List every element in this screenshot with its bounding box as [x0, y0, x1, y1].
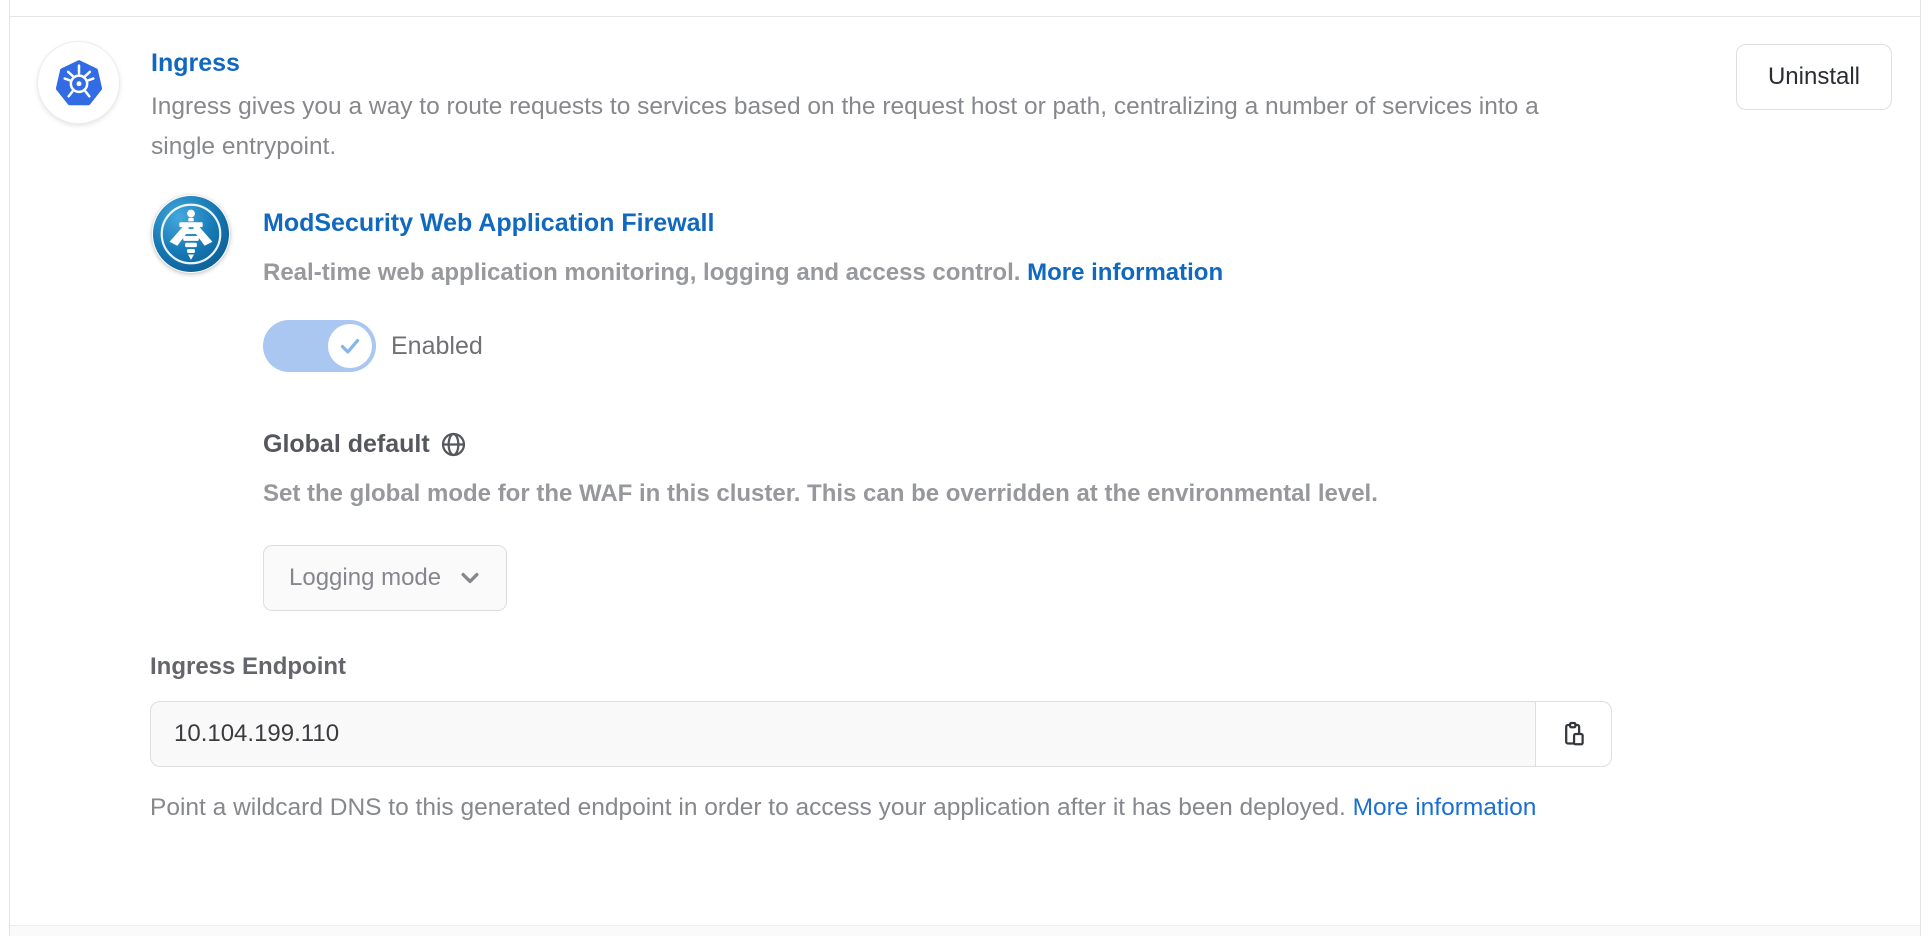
modsecurity-icon [152, 195, 230, 273]
ingress-endpoint-section: Ingress Endpoint Point a wildcard DNS to… [150, 653, 1892, 829]
ingress-endpoint-label: Ingress Endpoint [150, 653, 1892, 681]
endpoint-help-text-body: Point a wildcard DNS to this generated e… [150, 794, 1346, 821]
copy-endpoint-button[interactable] [1535, 701, 1612, 767]
kubernetes-wheel-icon [48, 52, 110, 114]
app-header-row: Ingress Ingress gives you a way to route… [38, 42, 1892, 167]
global-default-description: Set the global mode for the WAF in this … [263, 480, 1378, 508]
modsecurity-title-link[interactable]: ModSecurity Web Application Firewall [263, 208, 714, 238]
ingress-endpoint-input-group [150, 701, 1612, 767]
endpoint-more-information-link[interactable]: More information [1353, 794, 1537, 821]
next-section-edge [10, 925, 1920, 936]
ingress-endpoint-input[interactable] [150, 701, 1536, 767]
ingress-application-card: Ingress Ingress gives you a way to route… [10, 17, 1920, 925]
modsecurity-enabled-toggle[interactable] [263, 320, 376, 372]
modsecurity-row: ModSecurity Web Application Firewall Rea… [152, 195, 1892, 611]
card-top-divider [10, 0, 1920, 17]
modsecurity-subtitle: Real-time web application monitoring, lo… [263, 258, 1378, 288]
modsecurity-toggle-row: Enabled [263, 320, 1378, 372]
waf-mode-dropdown[interactable]: Logging mode [263, 545, 507, 611]
app-sub-content: ModSecurity Web Application Firewall Rea… [152, 195, 1892, 611]
copy-to-clipboard-icon [1560, 721, 1587, 748]
toggle-knob [328, 324, 372, 368]
modsecurity-bee-icon [152, 195, 230, 273]
ingress-title-link[interactable]: Ingress [151, 48, 240, 78]
chevron-down-icon [459, 567, 481, 589]
check-icon [337, 333, 363, 359]
kubernetes-icon [38, 42, 119, 123]
global-default-row: Global default [263, 430, 1378, 458]
waf-mode-selected-value: Logging mode [289, 564, 441, 592]
modsecurity-subtitle-text: Real-time web application monitoring, lo… [263, 259, 1020, 286]
cluster-applications-panel: Ingress Ingress gives you a way to route… [9, 0, 1921, 936]
endpoint-help-text: Point a wildcard DNS to this generated e… [150, 786, 1598, 829]
modsecurity-content: ModSecurity Web Application Firewall Rea… [263, 195, 1378, 611]
modsecurity-more-information-link[interactable]: More information [1027, 259, 1223, 286]
global-default-label: Global default [263, 430, 430, 458]
toggle-state-label: Enabled [391, 332, 483, 361]
ingress-description: Ingress gives you a way to route request… [151, 87, 1591, 167]
app-header-text: Ingress Ingress gives you a way to route… [151, 42, 1712, 167]
uninstall-button[interactable]: Uninstall [1736, 44, 1892, 110]
globe-icon [440, 431, 467, 458]
